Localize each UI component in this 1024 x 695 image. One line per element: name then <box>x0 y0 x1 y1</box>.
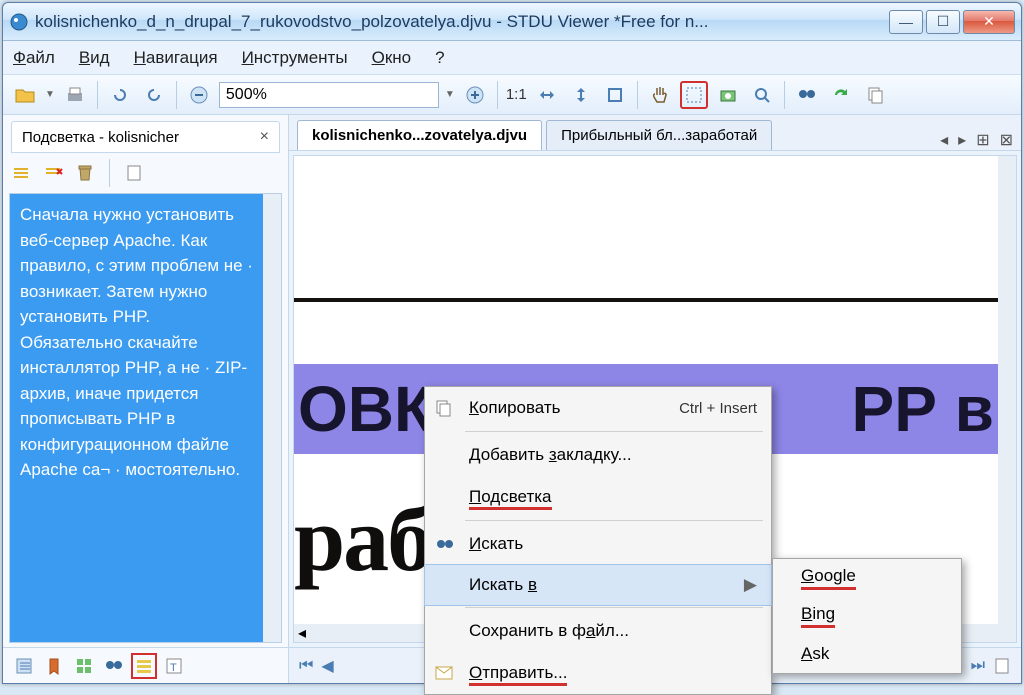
sidebar-tab-label: Подсветка - kolisnicher <box>22 129 179 146</box>
close-icon[interactable]: × <box>260 128 269 146</box>
bookmarks-tab-button[interactable] <box>41 653 67 679</box>
menu-search[interactable]: Искать <box>425 523 771 565</box>
envelope-icon <box>435 666 457 680</box>
menu-save-to-file[interactable]: Сохранить в файл... <box>425 610 771 652</box>
shortcut-label: Ctrl + Insert <box>679 400 757 417</box>
search-tab-button[interactable] <box>101 653 127 679</box>
zoom-in-button[interactable] <box>461 81 489 109</box>
submenu-ask[interactable]: Ask <box>773 635 961 673</box>
thumbnails-tab-button[interactable] <box>71 653 97 679</box>
menu-nav[interactable]: Навигация <box>134 48 218 68</box>
menu-file[interactable]: Файл <box>13 48 55 68</box>
magnify-region-button[interactable] <box>748 81 776 109</box>
zoom-input[interactable]: 500% <box>219 82 439 108</box>
fit-height-button[interactable] <box>567 81 595 109</box>
select-tool-button[interactable] <box>680 81 708 109</box>
print-button[interactable] <box>61 81 89 109</box>
delete-highlight-button[interactable] <box>45 165 63 181</box>
refresh-button[interactable] <box>827 81 855 109</box>
copy-button[interactable] <box>861 81 889 109</box>
prev-tab-button[interactable]: ◂ <box>940 130 948 150</box>
sidebar-scrollbar[interactable] <box>263 194 281 642</box>
page-layout-button[interactable] <box>993 657 1011 675</box>
sidebar-toolbar <box>3 157 288 189</box>
minimize-button[interactable]: — <box>889 10 923 34</box>
menu-highlight[interactable]: Подсветка <box>425 476 771 518</box>
menu-window[interactable]: Окно <box>372 48 412 68</box>
menu-bar: Файл Вид Навигация Инструменты Окно ? <box>3 41 1021 75</box>
page-text-right: РР в <box>852 372 995 446</box>
last-page-button[interactable]: ⏭ <box>971 657 985 675</box>
highlights-tab-button[interactable] <box>131 653 157 679</box>
binoculars-icon <box>435 536 457 552</box>
export-button[interactable] <box>126 164 142 182</box>
submenu-arrow-icon: ▶ <box>744 575 757 595</box>
trash-button[interactable] <box>77 164 93 182</box>
next-tab-button[interactable]: ▸ <box>958 130 966 150</box>
fit-width-button[interactable] <box>533 81 561 109</box>
page-text-left: ОВК <box>298 372 433 446</box>
menu-view[interactable]: Вид <box>79 48 110 68</box>
toolbar: ▼ 500% ▼ 1:1 <box>3 75 1021 115</box>
snapshot-button[interactable] <box>714 81 742 109</box>
highlight-text-block[interactable]: Сначала нужно установить веб-сервер Apac… <box>10 194 263 642</box>
menu-search-in[interactable]: Искать в ▶ <box>424 564 772 606</box>
copy-icon <box>435 399 457 417</box>
context-menu: Копировать Ctrl + Insert Добавить заклад… <box>424 386 772 695</box>
search-in-submenu: Google Bing Ask <box>772 558 962 674</box>
vertical-scrollbar[interactable] <box>998 156 1016 642</box>
maximize-button[interactable]: ☐ <box>926 10 960 34</box>
document-tab-inactive[interactable]: Прибыльный бл...заработай <box>546 120 772 150</box>
grid-view-button[interactable]: ⊞ <box>976 130 989 150</box>
find-button[interactable] <box>793 81 821 109</box>
sidebar-tabs: T <box>3 647 288 683</box>
document-tabs: kolisnichenko...zovatelya.djvu Прибыльны… <box>289 115 1021 151</box>
menu-tools[interactable]: Инструменты <box>242 48 348 68</box>
window-title: kolisnichenko_d_n_drupal_7_rukovodstvo_p… <box>35 12 889 32</box>
prev-page-button[interactable]: ◀ <box>321 656 333 676</box>
title-bar: kolisnichenko_d_n_drupal_7_rukovodstvo_p… <box>3 3 1021 41</box>
zoom-out-button[interactable] <box>185 81 213 109</box>
rotate-right-button[interactable] <box>140 81 168 109</box>
sidebar: Подсветка - kolisnicher × Сначала нужно … <box>3 115 289 683</box>
svg-text:T: T <box>170 662 177 674</box>
close-tab-button[interactable]: ⊠ <box>1000 130 1013 150</box>
submenu-bing[interactable]: Bing <box>773 597 961 635</box>
first-page-button[interactable]: ⏮ <box>299 657 313 675</box>
open-button[interactable] <box>11 81 39 109</box>
app-icon <box>9 12 29 32</box>
menu-add-bookmark[interactable]: Добавить закладку... <box>425 434 771 476</box>
hand-tool-button[interactable] <box>646 81 674 109</box>
contents-tab-button[interactable] <box>11 653 37 679</box>
text-tab-button[interactable]: T <box>161 653 187 679</box>
scale-label: 1:1 <box>506 86 527 103</box>
add-highlight-button[interactable] <box>13 165 31 181</box>
submenu-google[interactable]: Google <box>773 559 961 597</box>
document-tab-active[interactable]: kolisnichenko...zovatelya.djvu <box>297 120 542 150</box>
menu-send[interactable]: Отправить... <box>425 652 771 694</box>
rotate-left-button[interactable] <box>106 81 134 109</box>
menu-copy[interactable]: Копировать Ctrl + Insert <box>425 387 771 429</box>
page-divider <box>294 298 998 302</box>
close-button[interactable]: ✕ <box>963 10 1015 34</box>
fit-page-button[interactable] <box>601 81 629 109</box>
menu-help[interactable]: ? <box>435 48 444 68</box>
sidebar-tab[interactable]: Подсветка - kolisnicher × <box>11 121 280 153</box>
